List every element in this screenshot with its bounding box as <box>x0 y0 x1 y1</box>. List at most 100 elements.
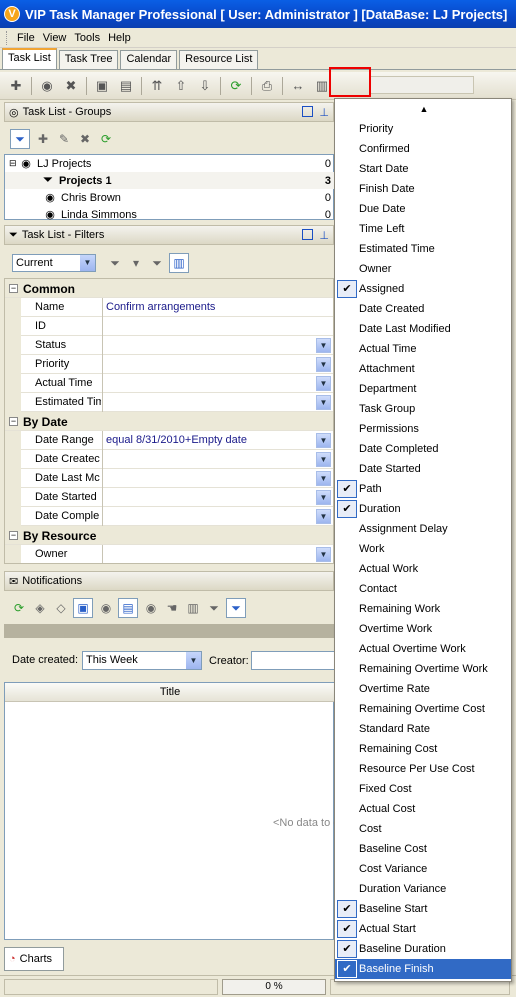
column-menu-item[interactable]: ✔ Actual Start <box>335 919 511 939</box>
clear-filter-icon[interactable]: ⏷ <box>148 254 166 272</box>
delete-task-icon[interactable]: ✖ <box>61 76 81 96</box>
tab-charts[interactable]: ◔ Charts <box>4 947 64 971</box>
column-menu-item[interactable]: ✔ Baseline Start <box>335 899 511 919</box>
chevron-down-icon[interactable]: ▼ <box>316 547 331 562</box>
mark-read-icon[interactable]: ◈ <box>31 599 49 617</box>
column-menu-item[interactable]: Standard Rate <box>335 719 511 739</box>
column-menu-item[interactable]: Actual Overtime Work <box>335 639 511 659</box>
filter-list-icon[interactable]: ▥ <box>169 253 189 273</box>
column-menu-item[interactable]: Actual Time <box>335 339 511 359</box>
move-top-icon[interactable]: ⇈ <box>147 76 167 96</box>
apply-filter-icon[interactable]: ⏷ <box>106 254 124 272</box>
chevron-down-icon[interactable]: ▼ <box>316 357 331 372</box>
import-icon[interactable]: ▤ <box>116 76 136 96</box>
column-menu-item[interactable]: Estimated Time <box>335 239 511 259</box>
column-menu-item[interactable]: Date Last Modified <box>335 319 511 339</box>
menu-tools[interactable]: Tools <box>70 32 104 44</box>
pin-icon[interactable]: ⊥ <box>319 106 329 119</box>
group-item[interactable]: ⊟ ◉ LJ Projects 0 <box>5 155 335 172</box>
filter-category[interactable]: − Common <box>5 279 333 298</box>
inbox-icon[interactable]: ▣ <box>73 598 93 618</box>
column-menu-item[interactable]: ✔ Path <box>335 479 511 499</box>
collapse-icon[interactable]: − <box>9 417 18 426</box>
filter-row[interactable]: Priority ▼ <box>5 355 333 374</box>
chevron-down-icon[interactable]: ▼ <box>316 509 331 524</box>
chevron-down-icon[interactable]: ▼ <box>316 490 331 505</box>
tab-resource-list[interactable]: Resource List <box>179 50 259 69</box>
column-menu-item[interactable]: Due Date <box>335 199 511 219</box>
delete-group-icon[interactable]: ✖ <box>76 130 94 148</box>
pin-icon[interactable]: ⊥ <box>319 229 329 242</box>
filter-category[interactable]: − By Date <box>5 412 333 431</box>
chevron-down-icon[interactable]: ▼ <box>316 452 331 467</box>
group-item[interactable]: ⏷ Projects 1 3 <box>5 172 335 189</box>
column-menu-item[interactable]: Contact <box>335 579 511 599</box>
refresh-icon[interactable]: ⟳ <box>226 76 246 96</box>
column-menu-item[interactable]: Duration Variance <box>335 879 511 899</box>
fit-columns-icon[interactable]: ↔ <box>288 76 308 96</box>
column-menu-item[interactable]: Remaining Cost <box>335 739 511 759</box>
column-header-title[interactable]: Title <box>5 683 335 702</box>
chevron-down-icon[interactable]: ▼ <box>80 255 95 271</box>
filter-apply-icon[interactable]: ⏷ <box>226 598 246 618</box>
column-menu-item[interactable]: Attachment <box>335 359 511 379</box>
filter-row[interactable]: Date Started ▼ <box>5 488 333 507</box>
filter-category[interactable]: − By Resource <box>5 526 333 545</box>
column-menu-item[interactable]: Remaining Overtime Work <box>335 659 511 679</box>
collapse-icon[interactable]: − <box>9 284 18 293</box>
column-menu-item[interactable]: ✔ Baseline Finish <box>335 959 511 979</box>
filter-row[interactable]: Estimated Tim ▼ <box>5 393 333 412</box>
export-icon[interactable]: ▣ <box>92 76 112 96</box>
group-item[interactable]: ◉ Chris Brown 0 <box>5 189 335 206</box>
toolbar-combo[interactable] <box>370 76 474 94</box>
filter-row[interactable]: Owner ▼ <box>5 545 333 563</box>
column-menu-item[interactable]: Date Started <box>335 459 511 479</box>
menu-file[interactable]: File <box>13 32 39 44</box>
column-menu-item[interactable]: Remaining Work <box>335 599 511 619</box>
column-menu-item[interactable]: Permissions <box>335 419 511 439</box>
column-menu-item[interactable]: Overtime Rate <box>335 679 511 699</box>
panel-menu-icon[interactable] <box>302 106 313 117</box>
refresh-groups-icon[interactable]: ⟳ <box>97 130 115 148</box>
columns-icon[interactable]: ▥ <box>184 599 202 617</box>
column-menu-item[interactable]: Start Date <box>335 159 511 179</box>
tab-calendar[interactable]: Calendar <box>120 50 178 69</box>
filter-row[interactable]: Date Comple ▼ <box>5 507 333 526</box>
move-up-icon[interactable]: ⇧ <box>171 76 191 96</box>
column-menu-item[interactable]: Date Created <box>335 299 511 319</box>
panel-menu-icon[interactable] <box>302 229 313 240</box>
view-task-icon[interactable]: ◉ <box>37 76 57 96</box>
filter-row[interactable]: Date Range equal 8/31/2010+Empty date ▼ <box>5 431 333 450</box>
column-menu-item[interactable]: Cost Variance <box>335 859 511 879</box>
chevron-down-icon[interactable]: ▼ <box>316 433 331 448</box>
group-item[interactable]: ◉ Linda Simmons 0 <box>5 206 335 223</box>
column-menu-item[interactable]: ✔ Baseline Duration <box>335 939 511 959</box>
filter-icon[interactable]: ⏷ <box>205 599 223 617</box>
scroll-up-icon[interactable]: ▲ <box>335 101 513 117</box>
tab-task-list[interactable]: Task List <box>2 48 57 69</box>
column-menu-item[interactable]: Resource Per Use Cost <box>335 759 511 779</box>
column-menu-item[interactable]: Actual Cost <box>335 799 511 819</box>
filter-options-icon[interactable]: ▾ <box>127 254 145 272</box>
filter-value[interactable]: equal 8/31/2010+Empty date <box>106 434 247 446</box>
column-menu-item[interactable]: ✔ Duration <box>335 499 511 519</box>
column-menu-item[interactable]: Department <box>335 379 511 399</box>
column-menu-item[interactable]: Owner <box>335 259 511 279</box>
column-menu-item[interactable]: Assignment Delay <box>335 519 511 539</box>
date-created-select[interactable]: This Week ▼ <box>82 651 202 670</box>
filter-row[interactable]: Actual Time ▼ <box>5 374 333 393</box>
chevron-down-icon[interactable]: ▼ <box>316 338 331 353</box>
creator-input[interactable] <box>251 651 335 670</box>
filter-row[interactable]: Name Confirm arrangements <box>5 298 333 317</box>
column-menu-item[interactable]: Confirmed <box>335 139 511 159</box>
column-menu-item[interactable]: Work <box>335 539 511 559</box>
print-icon[interactable]: ⎙ <box>257 76 277 96</box>
view-icon[interactable]: ◉ <box>142 599 160 617</box>
tab-task-tree[interactable]: Task Tree <box>58 50 119 69</box>
column-menu-item[interactable]: Baseline Cost <box>335 839 511 859</box>
column-menu-item[interactable]: ✔ Assigned <box>335 279 511 299</box>
column-menu-item[interactable]: Cost <box>335 819 511 839</box>
column-menu-item[interactable]: Overtime Work <box>335 619 511 639</box>
chevron-down-icon[interactable]: ▼ <box>316 471 331 486</box>
chevron-down-icon[interactable]: ▼ <box>316 376 331 391</box>
